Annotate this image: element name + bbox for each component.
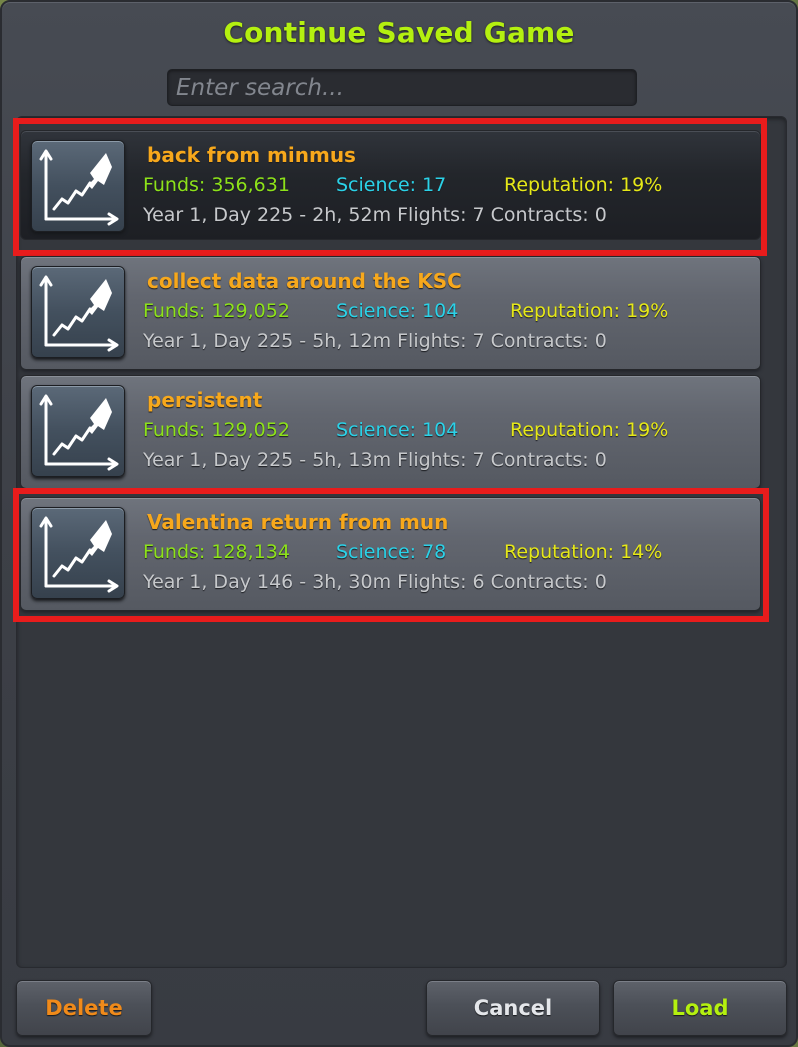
save-name: Valentina return from mun xyxy=(147,510,449,534)
save-funds: Funds: 128,134 xyxy=(143,541,290,563)
career-progress-rocket-icon xyxy=(31,266,125,358)
career-progress-rocket-icon xyxy=(31,385,125,477)
save-item-collect-data-around-the-ksc[interactable]: collect data around the KSC Funds: 129,0… xyxy=(20,256,761,370)
save-item-back-from-minmus[interactable]: back from minmus Funds: 356,631 Science:… xyxy=(20,130,761,240)
save-reputation: Reputation: 19% xyxy=(504,174,663,196)
continue-saved-game-dialog: Continue Saved Game back from minmus Fun… xyxy=(0,0,798,1047)
save-item-valentina-return-from-mun[interactable]: Valentina return from mun Funds: 128,134… xyxy=(20,497,761,611)
save-reputation: Reputation: 14% xyxy=(504,541,663,563)
save-meta: Year 1, Day 225 - 5h, 13m Flights: 7 Con… xyxy=(143,449,607,471)
load-button[interactable]: Load xyxy=(613,980,787,1036)
search-input[interactable] xyxy=(176,74,628,101)
save-funds: Funds: 129,052 xyxy=(143,300,290,322)
save-reputation: Reputation: 19% xyxy=(510,300,669,322)
search-box[interactable] xyxy=(167,69,637,106)
save-funds: Funds: 129,052 xyxy=(143,419,290,441)
save-name: collect data around the KSC xyxy=(147,269,462,293)
save-science: Science: 17 xyxy=(336,174,447,196)
cancel-button[interactable]: Cancel xyxy=(426,980,600,1036)
save-science: Science: 104 xyxy=(336,419,459,441)
save-funds: Funds: 356,631 xyxy=(143,174,290,196)
delete-button[interactable]: Delete xyxy=(16,980,152,1036)
save-reputation: Reputation: 19% xyxy=(510,419,669,441)
save-meta: Year 1, Day 225 - 2h, 52m Flights: 7 Con… xyxy=(143,204,607,226)
career-progress-rocket-icon xyxy=(31,507,125,599)
save-name: back from minmus xyxy=(147,143,356,167)
save-meta: Year 1, Day 225 - 5h, 12m Flights: 7 Con… xyxy=(143,330,607,352)
save-item-persistent[interactable]: persistent Funds: 129,052 Science: 104 R… xyxy=(20,375,761,489)
save-meta: Year 1, Day 146 - 3h, 30m Flights: 6 Con… xyxy=(143,571,607,593)
save-science: Science: 104 xyxy=(336,300,459,322)
dialog-title: Continue Saved Game xyxy=(223,16,575,49)
save-name: persistent xyxy=(147,388,263,412)
save-science: Science: 78 xyxy=(336,541,447,563)
career-progress-rocket-icon xyxy=(31,140,125,232)
